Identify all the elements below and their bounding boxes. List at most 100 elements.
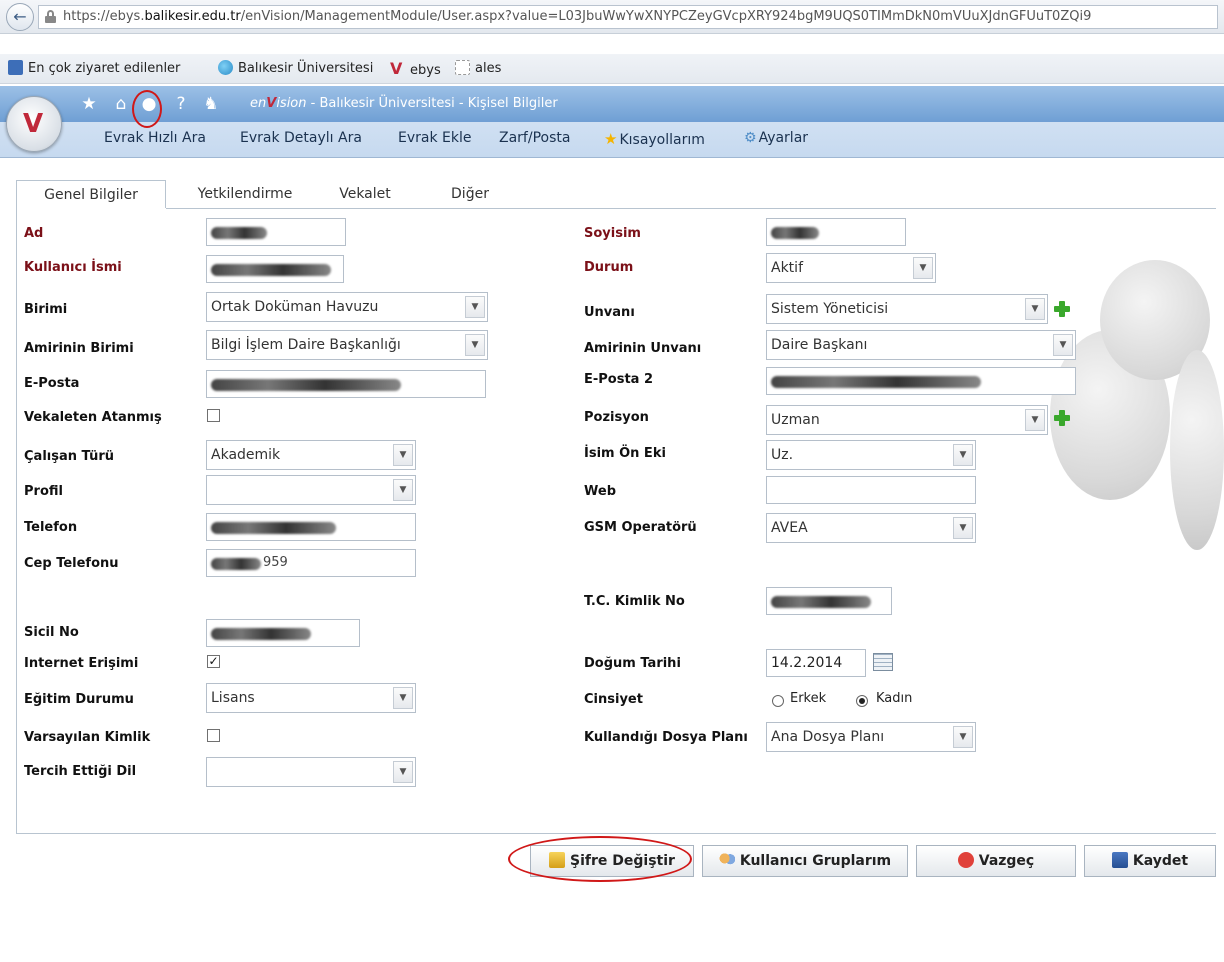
settings-icon: ⚙ <box>744 130 757 146</box>
nav-quick-search[interactable]: Evrak Hızlı Ara <box>104 130 206 146</box>
dropdown-arrow-icon: ▼ <box>393 687 413 709</box>
help-icon[interactable]: ? <box>172 95 190 113</box>
dropdown-arrow-icon: ▼ <box>465 296 485 318</box>
nav-envelope-post[interactable]: Zarf/Posta <box>499 130 570 146</box>
browser-toolbar: ← https://ebys.balikesir.edu.tr/enVision… <box>0 0 1224 34</box>
checkbox-internet-access[interactable]: ✓ <box>207 655 220 668</box>
lock-icon <box>45 10 56 23</box>
select-supervisor-title[interactable]: Daire Başkanı ▼ <box>766 330 1076 360</box>
nav-settings[interactable]: ⚙ Ayarlar <box>744 130 808 146</box>
save-button[interactable]: Kaydet <box>1084 845 1216 877</box>
input-username[interactable] <box>206 255 344 283</box>
input-surname[interactable] <box>766 218 906 246</box>
dropdown-arrow-icon: ▼ <box>1025 298 1045 320</box>
select-status[interactable]: Aktif ▼ <box>766 253 936 283</box>
nav-detailed-search[interactable]: Evrak Detaylı Ara <box>240 130 362 146</box>
select-employee-type[interactable]: Akademik ▼ <box>206 440 416 470</box>
annotation-circle-profile <box>132 90 162 128</box>
label-supervisor-title: Amirinin Unvanı <box>584 341 702 356</box>
label-registry-no: Sicil No <box>24 625 79 640</box>
bookmark-most-visited[interactable]: En çok ziyaret edilenler <box>8 60 180 80</box>
bookmark-ebys[interactable]: Vebys <box>390 60 441 80</box>
label-email-2: E-Posta 2 <box>584 372 654 387</box>
url-path: /enVision/ManagementModule/User.aspx?val… <box>240 9 1092 24</box>
nav-shortcuts[interactable]: ★ Kısayollarım <box>604 130 705 148</box>
blank-page-icon <box>455 60 470 75</box>
label-username: Kullanıcı İsmi <box>24 260 122 275</box>
nav-add-document[interactable]: Evrak Ekle <box>398 130 471 146</box>
label-gender: Cinsiyet <box>584 692 643 707</box>
input-web[interactable] <box>766 476 976 504</box>
dropdown-arrow-icon: ▼ <box>393 444 413 466</box>
label-supervisor-unit: Amirinin Birimi <box>24 341 134 356</box>
envision-logo[interactable]: V <box>6 96 62 152</box>
input-email[interactable] <box>206 370 486 398</box>
dropdown-arrow-icon: ▼ <box>953 517 973 539</box>
dropdown-arrow-icon: ▼ <box>393 479 413 501</box>
label-internet-access: Internet Erişimi <box>24 656 139 671</box>
add-title-plus-icon[interactable] <box>1054 301 1070 317</box>
select-unit[interactable]: Ortak Doküman Havuzu ▼ <box>206 292 488 322</box>
input-phone[interactable] <box>206 513 416 541</box>
tab-proxy[interactable]: Vekalet <box>330 180 400 208</box>
label-national-id: T.C. Kimlik No <box>584 594 685 609</box>
users-icon[interactable]: ♞ <box>202 95 220 113</box>
label-web: Web <box>584 484 616 499</box>
select-position[interactable]: Uzman ▼ <box>766 405 1048 435</box>
input-birth-date[interactable]: 14.2.2014 <box>766 649 866 677</box>
tab-general-info[interactable]: Genel Bilgiler <box>16 180 166 208</box>
checkbox-default-identity[interactable] <box>207 729 220 742</box>
input-mobile[interactable]: 959 <box>206 549 416 577</box>
label-education: Eğitim Durumu <box>24 692 134 707</box>
dropdown-arrow-icon: ▼ <box>465 334 485 356</box>
input-ad[interactable] <box>206 218 346 246</box>
tab-authorization[interactable]: Yetkilendirme <box>190 180 300 208</box>
globe-icon <box>218 60 233 75</box>
dropdown-arrow-icon: ▼ <box>393 761 413 783</box>
radio-female[interactable] <box>856 695 868 707</box>
cancel-button[interactable]: Vazgeç <box>916 845 1076 877</box>
my-user-groups-button[interactable]: Kullanıcı Gruplarım <box>702 845 908 877</box>
bookmark-ales[interactable]: ales <box>455 60 501 80</box>
dropdown-arrow-icon: ▼ <box>953 444 973 466</box>
select-supervisor-unit[interactable]: Bilgi İşlem Daire Başkanlığı ▼ <box>206 330 488 360</box>
input-national-id[interactable] <box>766 587 892 615</box>
address-bar[interactable]: https://ebys.balikesir.edu.tr/enVision/M… <box>38 5 1218 29</box>
home-icon[interactable]: ⌂ <box>112 95 130 113</box>
dropdown-arrow-icon: ▼ <box>1053 334 1073 356</box>
label-profile: Profil <box>24 484 63 499</box>
url-prefix: https://ebys. <box>63 9 145 24</box>
ebys-logo-icon: V <box>390 59 403 78</box>
select-title[interactable]: Sistem Yöneticisi ▼ <box>766 294 1048 324</box>
label-ad: Ad <box>24 226 44 241</box>
input-email-2[interactable] <box>766 367 1076 395</box>
tab-other[interactable]: Diğer <box>440 180 500 208</box>
select-gsm-operator[interactable]: AVEA ▼ <box>766 513 976 543</box>
select-file-plan[interactable]: Ana Dosya Planı ▼ <box>766 722 976 752</box>
star-icon[interactable]: ★ <box>80 95 98 113</box>
users-icon <box>718 852 735 868</box>
select-name-prefix[interactable]: Uz. ▼ <box>766 440 976 470</box>
dropdown-arrow-icon: ▼ <box>913 257 933 279</box>
label-position: Pozisyon <box>584 410 649 425</box>
back-arrow-icon[interactable]: ← <box>6 3 34 31</box>
label-file-plan: Kullandığı Dosya Planı <box>584 730 748 745</box>
select-preferred-language[interactable]: ▼ <box>206 757 416 787</box>
checkbox-proxy-assigned[interactable] <box>207 409 220 422</box>
select-education[interactable]: Lisans ▼ <box>206 683 416 713</box>
label-male: Erkek <box>790 691 827 706</box>
label-female: Kadın <box>876 691 913 706</box>
user-silhouette-decoration-2 <box>1170 350 1224 550</box>
add-position-plus-icon[interactable] <box>1054 410 1070 426</box>
label-employee-type: Çalışan Türü <box>24 449 115 464</box>
calendar-icon[interactable] <box>873 653 893 671</box>
bookmark-page-icon <box>8 60 23 75</box>
radio-male[interactable] <box>772 695 784 707</box>
label-gsm-operator: GSM Operatörü <box>584 520 697 535</box>
select-profile[interactable]: ▼ <box>206 475 416 505</box>
bookmarks-bar: En çok ziyaret edilenler Balıkesir Ünive… <box>0 54 1224 84</box>
save-disk-icon <box>1111 852 1128 868</box>
bookmark-balikesir[interactable]: Balıkesir Üniversitesi <box>218 60 373 80</box>
input-registry-no[interactable] <box>206 619 360 647</box>
label-phone: Telefon <box>24 520 78 535</box>
